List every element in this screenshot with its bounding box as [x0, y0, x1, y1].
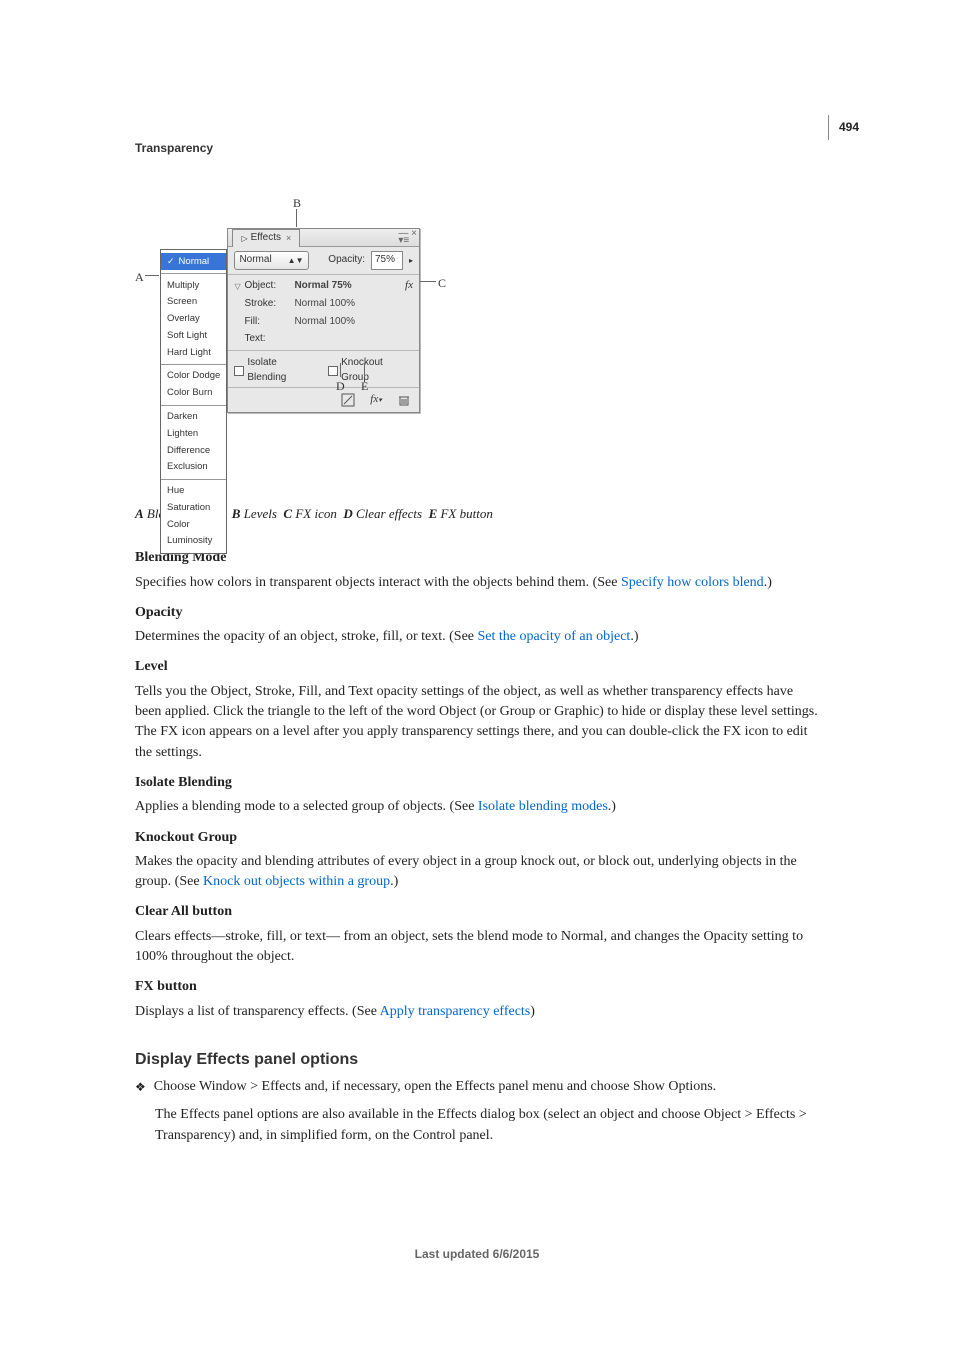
blend-mode-difference[interactable]: Difference: [161, 442, 226, 459]
figure-effects-panel: A B C D E Normal Multiply Screen: [135, 195, 819, 495]
callout-E: E: [361, 378, 368, 395]
blend-mode-saturation[interactable]: Saturation: [161, 499, 226, 516]
checkbox-icon: [328, 366, 338, 376]
blend-mode-exclusion[interactable]: Exclusion: [161, 459, 226, 476]
callout-C: C: [438, 275, 446, 292]
opacity-input[interactable]: 75%: [371, 251, 403, 270]
blend-mode-screen[interactable]: Screen: [161, 294, 226, 311]
definition-text: Displays a list of transparency effects.…: [135, 1002, 819, 1022]
blend-mode-soft-light[interactable]: Soft Light: [161, 327, 226, 344]
callout-B: B: [293, 195, 301, 212]
definition-term: Opacity: [135, 603, 819, 623]
blend-mode-luminosity[interactable]: Luminosity: [161, 533, 226, 550]
blend-mode-color-burn[interactable]: Color Burn: [161, 385, 226, 402]
opacity-stepper[interactable]: ▸: [409, 258, 413, 263]
definition-text: Determines the opacity of an object, str…: [135, 627, 819, 647]
level-fill[interactable]: Fill: Normal 100%: [228, 313, 419, 331]
dropdown-arrow-icon: ▲▼: [288, 255, 304, 267]
bullet-icon: ❖: [135, 1077, 146, 1096]
blend-mode-value: Normal: [239, 253, 271, 268]
panel-menu-icon[interactable]: ▾≡: [398, 237, 417, 244]
definition-term: Isolate Blending: [135, 773, 819, 793]
definition-link[interactable]: Set the opacity of an object: [478, 629, 631, 644]
level-stroke[interactable]: Stroke: Normal 100%: [228, 296, 419, 314]
close-tab-icon[interactable]: ×: [286, 232, 291, 245]
callout-D: D: [336, 378, 345, 395]
definition-text: Applies a blending mode to a selected gr…: [135, 797, 819, 817]
definition-text: Clears effects—stroke, fill, or text— fr…: [135, 927, 819, 968]
checkbox-icon: [234, 366, 244, 376]
blend-mode-lighten[interactable]: Lighten: [161, 425, 226, 442]
effect-levels: ▽ Object: Normal 75% fx Stroke: Normal 1…: [228, 275, 419, 351]
subsection-followup: The Effects panel options are also avail…: [155, 1105, 819, 1146]
definition-text: Tells you the Object, Stroke, Fill, and …: [135, 682, 819, 763]
definition-link[interactable]: Isolate blending modes: [478, 799, 608, 814]
blend-mode-darken[interactable]: Darken: [161, 409, 226, 426]
definition-term: Clear All button: [135, 902, 819, 922]
definition-term: FX button: [135, 977, 819, 997]
footer-last-updated: Last updated 6/6/2015: [0, 1246, 954, 1303]
blend-mode-color-dodge[interactable]: Color Dodge: [161, 368, 226, 385]
effects-tab[interactable]: ▷ Effects ×: [232, 229, 300, 247]
effects-tab-label: Effects: [251, 231, 281, 246]
bullet-text: Choose Window > Effects and, if necessar…: [154, 1077, 716, 1097]
blend-mode-menu[interactable]: Normal Multiply Screen Overlay Soft Ligh…: [160, 249, 227, 553]
definition-link[interactable]: Specify how colors blend: [621, 575, 764, 590]
blend-mode-normal[interactable]: Normal: [161, 253, 226, 270]
definition-term: Knockout Group: [135, 828, 819, 848]
effects-panel: ▷ Effects × — × ▾≡ Normal ▲: [227, 228, 420, 413]
blend-mode-dropdown[interactable]: Normal ▲▼: [234, 251, 308, 270]
definition-text: Makes the opacity and blending attribute…: [135, 852, 819, 893]
disclosure-triangle-icon[interactable]: ▽: [234, 281, 244, 293]
blend-mode-hard-light[interactable]: Hard Light: [161, 344, 226, 361]
definition-term: Level: [135, 657, 819, 677]
blend-mode-color[interactable]: Color: [161, 516, 226, 533]
fx-button[interactable]: fx▾: [367, 392, 385, 408]
callout-A: A: [135, 269, 144, 286]
definition-link[interactable]: Knock out objects within a group: [203, 874, 390, 889]
definition-text: Specifies how colors in transparent obje…: [135, 573, 819, 593]
definition-link[interactable]: Apply transparency effects: [380, 1004, 531, 1019]
page-number: 494: [828, 115, 859, 140]
blend-mode-overlay[interactable]: Overlay: [161, 311, 226, 328]
opacity-label: Opacity:: [328, 253, 365, 268]
fx-icon[interactable]: fx: [405, 278, 413, 294]
level-text[interactable]: Text:: [228, 331, 419, 349]
level-object[interactable]: ▽ Object: Normal 75% fx: [228, 277, 419, 296]
trash-icon[interactable]: [395, 392, 413, 408]
isolate-blending-checkbox[interactable]: Isolate Blending: [234, 356, 318, 385]
blend-mode-hue[interactable]: Hue: [161, 483, 226, 500]
section-title: Transparency: [135, 140, 819, 157]
blend-mode-multiply[interactable]: Multiply: [161, 277, 226, 294]
subsection-heading: Display Effects panel options: [135, 1048, 819, 1071]
collapse-icon: ▷: [241, 233, 247, 245]
